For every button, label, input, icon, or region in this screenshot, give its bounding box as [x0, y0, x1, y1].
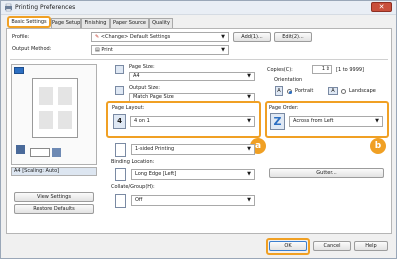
layout-icon — [14, 67, 24, 74]
binding-location-select[interactable]: Long Edge [Left] ▼ — [131, 169, 255, 180]
pdf-icon — [52, 148, 61, 157]
tab-paper-source[interactable]: Paper Source — [110, 18, 149, 28]
binding-location-label: Binding Location: — [111, 159, 155, 165]
page-size-label: Page Size: — [129, 64, 155, 70]
landscape-radio[interactable] — [341, 89, 346, 94]
title-bar: Printing Preferences ✕ — [1, 1, 396, 15]
output-method-label: Output Method: — [12, 46, 52, 52]
profile-value: <Change> Default Settings — [100, 34, 171, 40]
view-settings-button[interactable]: View Settings — [14, 192, 94, 202]
chevron-down-icon: ▼ — [247, 94, 251, 100]
portrait-icon: A — [275, 86, 283, 96]
preview-box — [11, 64, 97, 165]
printing-preferences-window: Printing Preferences ✕ Basic Settings Pa… — [0, 0, 397, 259]
page-thumb-1 — [39, 87, 53, 105]
tab-quality[interactable]: Quality — [149, 18, 173, 28]
collate-select[interactable]: Off ▼ — [131, 195, 255, 206]
tab-basic-settings[interactable]: Basic Settings — [7, 16, 51, 28]
page-layout-value: 4 on 1 — [134, 118, 150, 124]
restore-defaults-button[interactable]: Restore Defaults — [14, 204, 94, 214]
tab-finishing[interactable]: Finishing — [81, 18, 110, 28]
printer-app-icon — [4, 3, 13, 12]
chevron-down-icon: ▼ — [247, 118, 251, 124]
collate-label: Collate/Group(H): — [111, 184, 155, 190]
tab-page-setup[interactable]: Page Setup — [51, 18, 81, 28]
page-order-label: Page Order: — [269, 105, 299, 111]
help-button[interactable]: Help — [354, 241, 388, 251]
output-method-value: Print — [101, 47, 113, 53]
copies-range: [1 to 9999] — [336, 67, 365, 73]
four-on-one-icon: 4 — [113, 114, 126, 129]
profile-label: Profile: — [12, 34, 30, 40]
output-size-value: Match Page Size — [133, 94, 174, 100]
printing-select[interactable]: 1-sided Printing ▼ — [131, 144, 255, 155]
page-thumb-3 — [39, 111, 53, 129]
chevron-down-icon: ▼ — [247, 197, 251, 203]
landscape-icon: A — [328, 87, 338, 95]
output-method-select[interactable]: ▤ Print ▼ — [91, 45, 229, 55]
preview-mode-button[interactable] — [30, 148, 50, 157]
printing-value: 1-sided Printing — [135, 146, 175, 152]
stepper-arrows-icon: ⇕ — [325, 66, 330, 72]
one-sided-icon — [115, 143, 126, 157]
chevron-down-icon: ▼ — [247, 146, 251, 152]
collate-icon — [115, 194, 126, 208]
collate-value: Off — [135, 197, 143, 203]
divider — [10, 59, 388, 60]
copies-value: 1 — [321, 66, 325, 72]
close-button[interactable]: ✕ — [371, 2, 392, 12]
print-icon: ▤ — [95, 47, 100, 53]
page-preview — [32, 78, 78, 138]
edit-profile-button[interactable]: Edit(2)... — [274, 32, 312, 42]
callout-b-badge: b — [370, 138, 386, 154]
copies-stepper[interactable]: 1 ⇕ — [312, 65, 332, 74]
page-thumb-4 — [58, 111, 72, 129]
chevron-down-icon: ▼ — [221, 47, 225, 53]
page-order-value: Across from Left — [293, 118, 334, 124]
output-size-icon — [115, 86, 124, 95]
binding-location-value: Long Edge [Left] — [135, 171, 177, 177]
chevron-down-icon: ▼ — [221, 34, 225, 40]
chevron-down-icon: ▼ — [375, 118, 379, 124]
chevron-down-icon: ▼ — [247, 171, 251, 177]
landscape-label: Landscape — [349, 88, 376, 94]
z-order-icon: Z — [270, 113, 285, 130]
profile-select[interactable]: ✎ <Change> Default Settings ▼ — [91, 32, 229, 42]
page-thumb-2 — [58, 87, 72, 105]
close-icon: ✕ — [378, 3, 385, 11]
gutter-button[interactable]: Gutter... — [269, 168, 384, 178]
copies-label: Copies(C): — [267, 67, 293, 73]
chevron-down-icon: ▼ — [247, 73, 251, 79]
ok-button[interactable]: OK — [269, 241, 307, 251]
orientation-label: Orientation — [274, 77, 303, 83]
portrait-radio[interactable] — [287, 89, 292, 94]
window-title: Printing Preferences — [15, 4, 76, 11]
page-order-select[interactable]: Across from Left ▼ — [289, 116, 383, 127]
output-size-label: Output Size: — [129, 85, 160, 91]
binding-icon — [115, 168, 126, 181]
cancel-button[interactable]: Cancel — [313, 241, 351, 251]
portrait-label: Portrait — [295, 88, 314, 94]
page-size-select[interactable]: A4 ▼ — [129, 72, 255, 81]
printer-icon — [16, 145, 25, 154]
page-size-icon — [115, 65, 124, 74]
page-layout-label: Page Layout: — [112, 105, 145, 111]
pencil-icon: ✎ — [95, 34, 100, 40]
page-size-value: A4 — [133, 73, 140, 79]
add-profile-button[interactable]: Add(1)... — [233, 32, 271, 42]
preview-caption: A4 [Scaling: Auto] — [11, 167, 97, 176]
page-layout-select[interactable]: 4 on 1 ▼ — [130, 116, 255, 127]
